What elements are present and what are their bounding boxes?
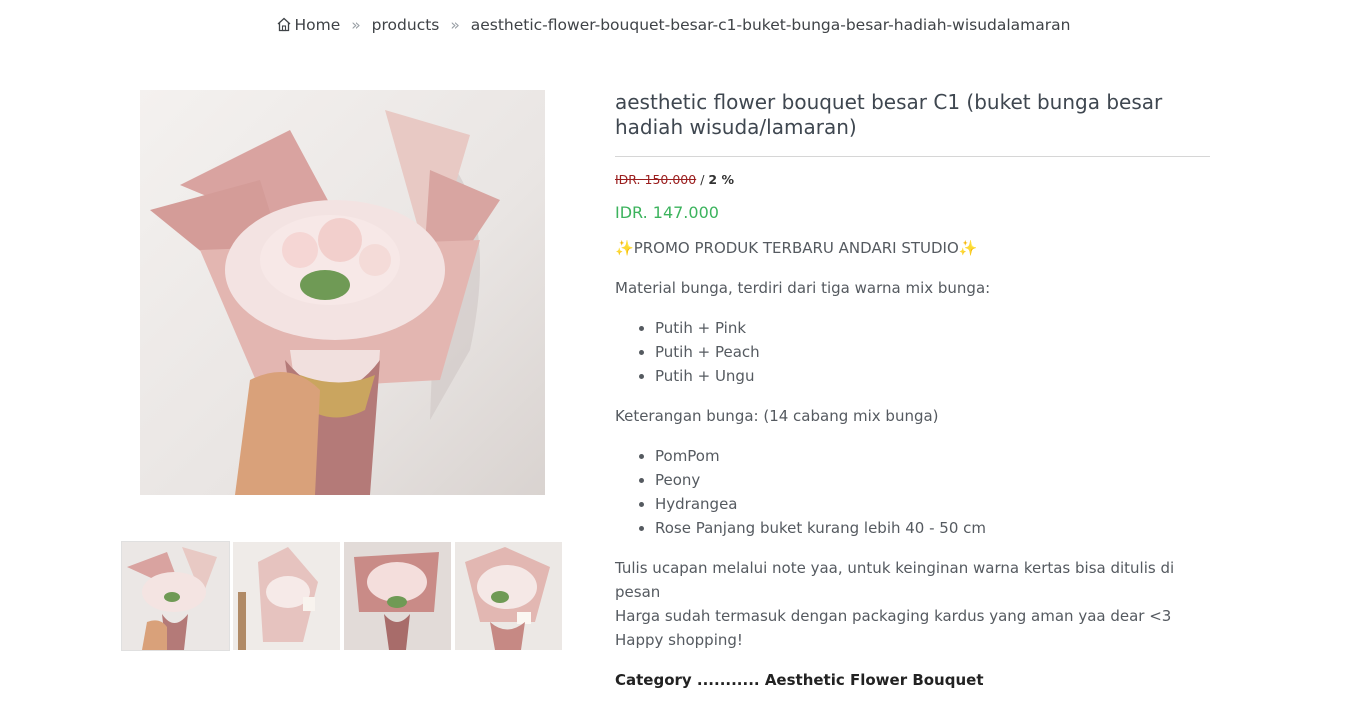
product-title: aesthetic flower bouquet besar C1 (buket… [615,90,1163,139]
list-item: Putih + Peach [655,340,1210,364]
list-item: Peony [655,468,1210,492]
sparkle-icon: ✨ [958,239,978,257]
sale-price: IDR. 147.000 [615,203,719,222]
list-item: Rose Panjang buket kurang lebih 40 - 50 … [655,516,1210,540]
thumbnail-image [122,542,229,650]
thumbnail-image [344,542,451,650]
product-description: ✨PROMO PRODUK TERBARU ANDARI STUDIO✨ Mat… [615,236,1210,692]
thumbnail-3[interactable] [344,542,451,650]
price-separator: / [700,172,705,187]
note-line: Tulis ucapan melalui note yaa, untuk kei… [615,559,1175,601]
thumbnail-image [455,542,562,650]
note-line: Happy shopping! [615,631,743,649]
thumbnail-1[interactable] [122,542,229,650]
main-product-image[interactable] [140,90,545,495]
note-line: Harga sudah termasuk dengan packaging ka… [615,607,1172,625]
breadcrumb-products-link[interactable]: products [372,16,440,34]
home-icon [277,17,290,32]
thumbnail-gallery [122,542,562,650]
breadcrumb: Home » products » aesthetic-flower-bouqu… [0,16,1346,34]
thumbnail-4[interactable] [455,542,562,650]
flowers-intro: Keterangan bunga: (14 cabang mix bunga) [615,407,939,425]
title-divider [615,156,1210,157]
list-item: PomPom [655,444,1210,468]
list-item: Putih + Ungu [655,364,1210,388]
thumbnail-image [233,542,340,650]
original-price: IDR. 150.000 [615,172,697,187]
promo-line: ✨PROMO PRODUK TERBARU ANDARI STUDIO✨ [615,236,1210,260]
note-paragraph: Tulis ucapan melalui note yaa, untuk kei… [615,556,1210,652]
material-intro: Material bunga, terdiri dari tiga warna … [615,279,991,297]
breadcrumb-current[interactable]: aesthetic-flower-bouquet-besar-c1-buket-… [471,16,1071,34]
breadcrumb-home-link[interactable]: Home [276,16,346,34]
list-item: Hydrangea [655,492,1210,516]
category-line: Category ........... Aesthetic Flower Bo… [615,671,984,689]
bouquet-photo [140,90,545,495]
thumbnail-2[interactable] [233,542,340,650]
price-old-row: IDR. 150.000 / 2 % [615,172,1210,187]
discount-badge: 2 % [708,172,734,187]
breadcrumb-separator: » [351,16,361,34]
sparkle-icon: ✨ [615,239,634,257]
material-list: Putih + Pink Putih + Peach Putih + Ungu [615,316,1210,388]
breadcrumb-separator: » [450,16,460,34]
list-item: Putih + Pink [655,316,1210,340]
breadcrumb-home-label: Home [294,16,341,34]
product-info: aesthetic flower bouquet besar C1 (buket… [615,90,1210,708]
promo-text: PROMO PRODUK TERBARU ANDARI STUDIO [633,239,959,257]
flower-list: PomPom Peony Hydrangea Rose Panjang buke… [615,444,1210,540]
